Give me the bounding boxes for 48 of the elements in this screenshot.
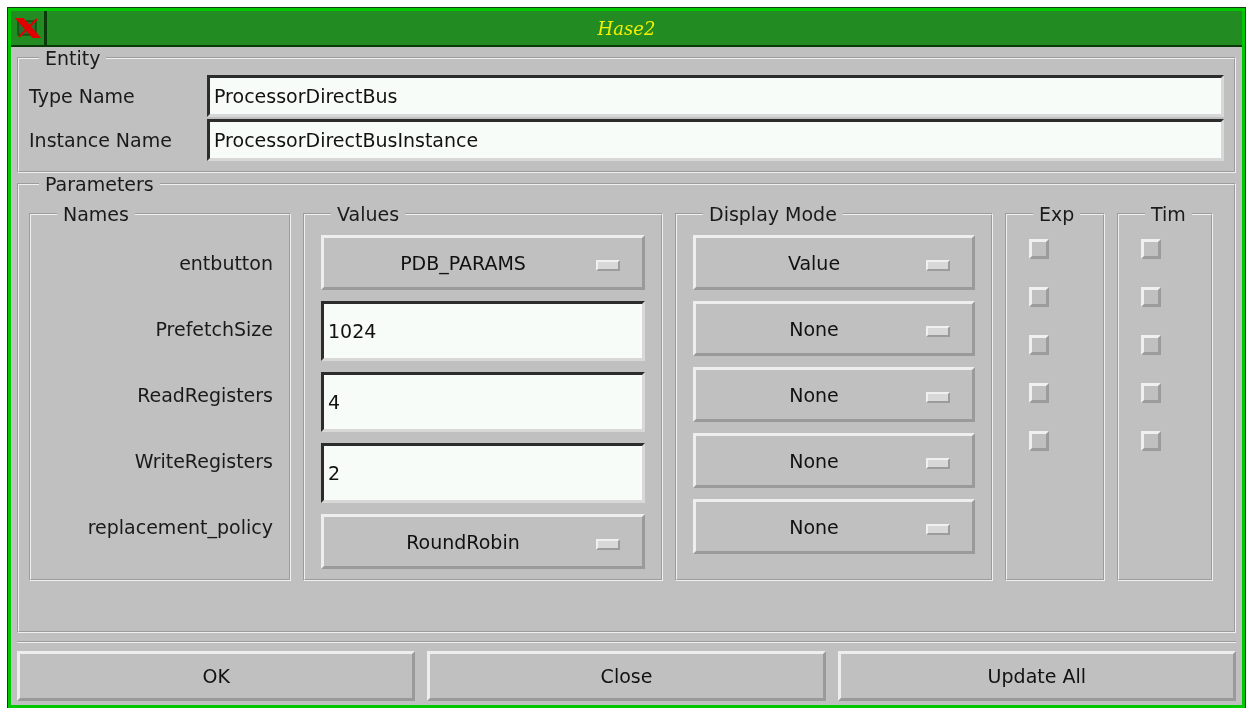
column-title: Names xyxy=(62,203,130,225)
column-title: Tim xyxy=(1150,203,1187,225)
checkbox[interactable] xyxy=(1029,431,1049,451)
input-field[interactable]: ProcessorDirectBusInstance xyxy=(207,119,1224,161)
input-field[interactable]: ProcessorDirectBus xyxy=(207,75,1224,117)
parameter-name: entbutton xyxy=(178,250,273,276)
display-mode-menu[interactable]: None xyxy=(693,433,975,488)
menu-indicator-icon xyxy=(926,524,950,535)
group-title: Parameters xyxy=(44,173,155,195)
menu-indicator-icon xyxy=(596,260,620,271)
display-mode-menu[interactable]: None xyxy=(693,367,975,422)
window-title: Hase2 xyxy=(596,17,657,39)
display-mode-menu[interactable]: None xyxy=(693,499,975,554)
checkbox[interactable] xyxy=(1141,287,1161,307)
parameter-name: WriteRegisters xyxy=(133,448,273,474)
option-menu[interactable]: PDB_PARAMS xyxy=(321,235,645,290)
checkbox[interactable] xyxy=(1029,287,1049,307)
field-label: Instance Name xyxy=(29,129,173,151)
parameter-name: replacement_policy xyxy=(86,514,273,541)
value-field[interactable]: 4 xyxy=(321,372,645,432)
display-mode-menu[interactable]: None xyxy=(693,301,975,356)
option-menu[interactable]: RoundRobin xyxy=(321,514,645,569)
menu-indicator-icon xyxy=(926,326,950,337)
dialog-button[interactable]: Update All xyxy=(837,651,1236,701)
dialog-button[interactable]: Close xyxy=(427,651,826,701)
value-field[interactable]: 2 xyxy=(321,443,645,503)
checkbox[interactable] xyxy=(1141,431,1161,451)
checkbox[interactable] xyxy=(1029,239,1049,259)
checkbox[interactable] xyxy=(1141,239,1161,259)
checkbox[interactable] xyxy=(1029,335,1049,355)
checkbox[interactable] xyxy=(1141,335,1161,355)
parameter-name: PrefetchSize xyxy=(154,316,273,342)
column-title: Display Mode xyxy=(708,203,838,225)
menu-indicator-icon xyxy=(596,539,620,550)
column-title: Values xyxy=(336,203,401,225)
value-field[interactable]: 1024 xyxy=(321,301,645,361)
close-icon xyxy=(14,17,41,39)
field-label: Type Name xyxy=(29,85,136,107)
menu-indicator-icon xyxy=(926,392,950,403)
menu-indicator-icon xyxy=(926,458,950,469)
checkbox[interactable] xyxy=(1029,383,1049,403)
column-title: Exp xyxy=(1038,203,1076,225)
dialog-button[interactable]: OK xyxy=(17,651,416,701)
parameter-name: ReadRegisters xyxy=(136,382,273,408)
checkbox[interactable] xyxy=(1141,383,1161,403)
menu-indicator-icon xyxy=(926,260,950,271)
group-title: Entity xyxy=(44,47,102,69)
display-mode-menu[interactable]: Value xyxy=(693,235,975,290)
